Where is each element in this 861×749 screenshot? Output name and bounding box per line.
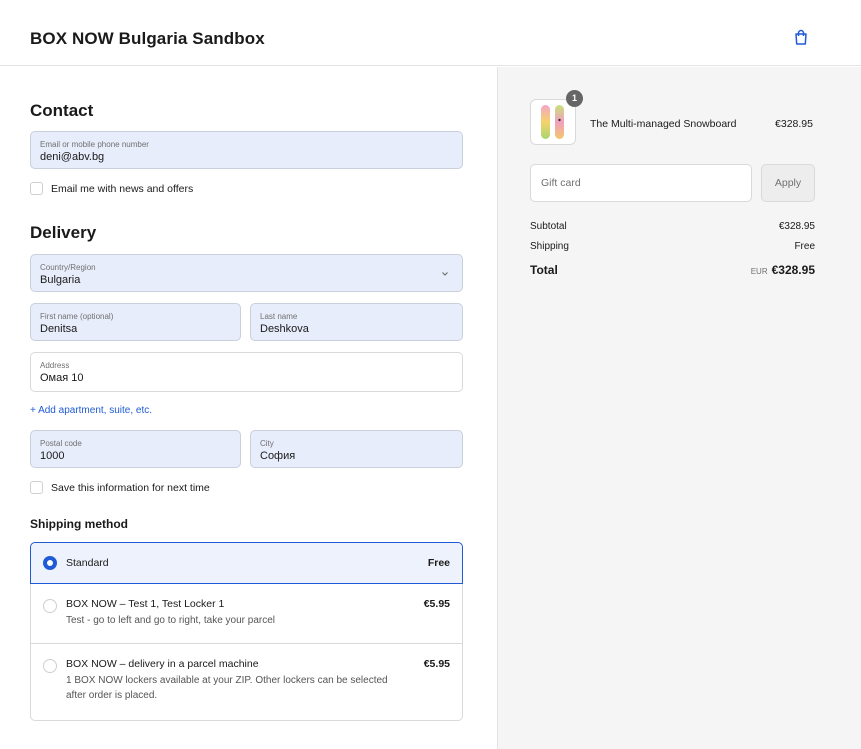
shipping-option-test-locker[interactable]: BOX NOW – Test 1, Test Locker 1 Test - g… — [30, 584, 463, 644]
address-value: Омая 10 — [40, 372, 84, 384]
country-value: Bulgaria — [40, 274, 81, 286]
shipping-option-price: Free — [427, 557, 450, 569]
shopping-bag-icon[interactable] — [792, 28, 810, 46]
contact-heading: Contact — [30, 101, 94, 120]
add-apartment-link[interactable]: + Add apartment, suite, etc. — [30, 405, 152, 416]
total-label: Total — [530, 263, 558, 277]
total-row: Total EUR €328.95 — [530, 263, 815, 277]
radio-unselected-icon[interactable] — [43, 599, 57, 613]
gift-card-placeholder: Gift card — [541, 177, 581, 189]
shipping-value: Free — [794, 241, 815, 252]
postal-code-value: 1000 — [40, 450, 65, 462]
newsletter-checkbox[interactable] — [30, 182, 43, 195]
shipping-option-name: Standard — [66, 557, 109, 569]
save-info-checkbox[interactable] — [30, 481, 43, 494]
shipping-label: Shipping — [530, 241, 569, 252]
email-field-value: deni@abv.bg — [40, 151, 105, 163]
store-title[interactable]: BOX NOW Bulgaria Sandbox — [30, 29, 265, 49]
shipping-option-price: €5.95 — [423, 658, 450, 670]
subtotal-row: Subtotal €328.95 — [530, 221, 815, 232]
radio-selected-icon[interactable] — [43, 556, 57, 570]
total-currency: EUR — [750, 267, 768, 276]
gift-card-input[interactable]: Gift card — [530, 164, 752, 202]
shipping-row: Shipping Free — [530, 241, 815, 252]
city-field[interactable]: City София — [250, 430, 463, 468]
country-label: Country/Region — [40, 263, 96, 272]
shipping-option-name: BOX NOW – delivery in a parcel machine — [66, 658, 259, 670]
shipping-option-standard[interactable]: Standard Free — [30, 542, 463, 584]
last-name-label: Last name — [260, 312, 298, 321]
product-thumbnail — [530, 99, 576, 145]
shipping-option-description: 1 BOX NOW lockers available at your ZIP.… — [66, 675, 388, 701]
chevron-down-icon — [442, 272, 448, 276]
city-value: София — [260, 450, 296, 462]
first-name-value: Denitsa — [40, 323, 78, 335]
postal-code-label: Postal code — [40, 439, 82, 448]
save-info-label[interactable]: Save this information for next time — [51, 482, 210, 494]
total-amount: EUR €328.95 — [751, 263, 815, 277]
apply-button[interactable]: Apply — [761, 164, 815, 202]
last-name-field[interactable]: Last name Deshkova — [250, 303, 463, 341]
email-field[interactable]: Email or mobile phone number deni@abv.bg — [30, 131, 463, 169]
address-label: Address — [40, 361, 70, 370]
product-name: The Multi-managed Snowboard — [590, 118, 737, 130]
first-name-label: First name (optional) — [40, 312, 114, 321]
shipping-option-name: BOX NOW – Test 1, Test Locker 1 — [66, 598, 225, 610]
subtotal-label: Subtotal — [530, 221, 567, 232]
shipping-method-heading: Shipping method — [30, 517, 128, 531]
address-field[interactable]: Address Омая 10 — [30, 352, 463, 392]
product-price: €328.95 — [775, 118, 813, 130]
order-summary: 1 The Multi-managed Snowboard €328.95 Gi… — [497, 67, 861, 749]
email-field-label: Email or mobile phone number — [40, 140, 149, 149]
shipping-option-description: Test - go to left and go to right, take … — [66, 615, 276, 626]
city-label: City — [260, 439, 274, 448]
radio-unselected-icon[interactable] — [43, 659, 57, 673]
postal-code-field[interactable]: Postal code 1000 — [30, 430, 241, 468]
snowboard-image — [541, 105, 564, 139]
header: BOX NOW Bulgaria Sandbox — [0, 0, 861, 66]
last-name-value: Deshkova — [260, 323, 309, 335]
shipping-option-parcel-machine[interactable]: BOX NOW – delivery in a parcel machine 1… — [30, 644, 463, 721]
newsletter-label[interactable]: Email me with news and offers — [51, 183, 193, 195]
country-select[interactable]: Country/Region Bulgaria — [30, 254, 463, 292]
delivery-heading: Delivery — [30, 223, 97, 242]
total-value: €328.95 — [771, 263, 815, 277]
checkout-form: Contact Email or mobile phone number den… — [0, 67, 497, 749]
subtotal-value: €328.95 — [778, 221, 815, 232]
shipping-option-price: €5.95 — [423, 598, 450, 610]
first-name-field[interactable]: First name (optional) Denitsa — [30, 303, 241, 341]
quantity-badge: 1 — [566, 90, 583, 107]
